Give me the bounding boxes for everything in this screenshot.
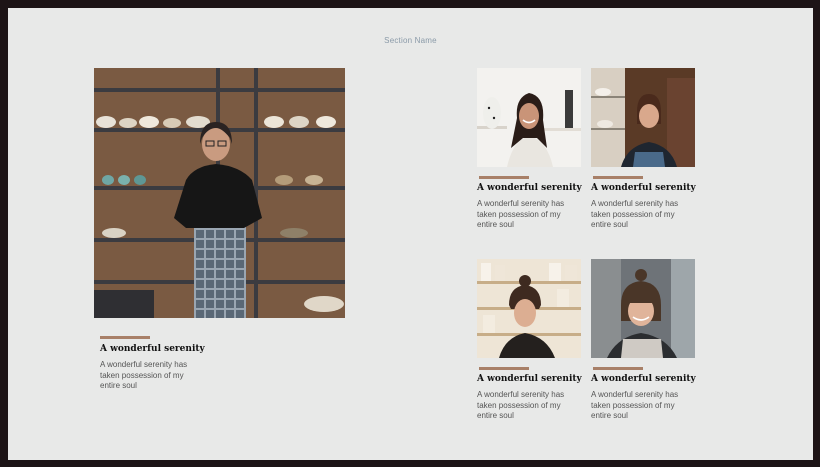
featured-photo xyxy=(94,68,345,318)
accent-bar xyxy=(100,336,150,339)
accent-bar xyxy=(593,367,643,370)
grid-card[interactable]: A wonderful serenity A wonderful serenit… xyxy=(591,68,697,238)
grid-photo xyxy=(591,68,695,167)
card-title[interactable]: A wonderful serenity xyxy=(591,183,696,193)
page-frame: Section Name A wonderful serenity A wond… xyxy=(8,8,813,460)
card-title[interactable]: A wonderful serenity xyxy=(477,374,582,384)
accent-bar xyxy=(593,176,643,179)
card-description: A wonderful serenity has taken possessio… xyxy=(477,390,565,420)
grid-photo xyxy=(477,68,581,167)
card-title[interactable]: A wonderful serenity xyxy=(100,344,205,354)
grid-photo xyxy=(591,259,695,358)
card-description: A wonderful serenity has taken possessio… xyxy=(100,360,188,390)
grid-card[interactable]: A wonderful serenity A wonderful serenit… xyxy=(477,259,583,429)
section-name: Section Name xyxy=(384,36,437,45)
card-description: A wonderful serenity has taken possessio… xyxy=(591,199,679,229)
grid-card[interactable]: A wonderful serenity A wonderful serenit… xyxy=(591,259,697,429)
accent-bar xyxy=(479,176,529,179)
card-title[interactable]: A wonderful serenity xyxy=(591,374,696,384)
card-title[interactable]: A wonderful serenity xyxy=(477,183,582,193)
accent-bar xyxy=(479,367,529,370)
grid-card[interactable]: A wonderful serenity A wonderful serenit… xyxy=(477,68,583,238)
card-description: A wonderful serenity has taken possessio… xyxy=(591,390,679,420)
grid-photo xyxy=(477,259,581,358)
card-description: A wonderful serenity has taken possessio… xyxy=(477,199,565,229)
featured-card[interactable]: A wonderful serenity A wonderful serenit… xyxy=(94,68,346,398)
